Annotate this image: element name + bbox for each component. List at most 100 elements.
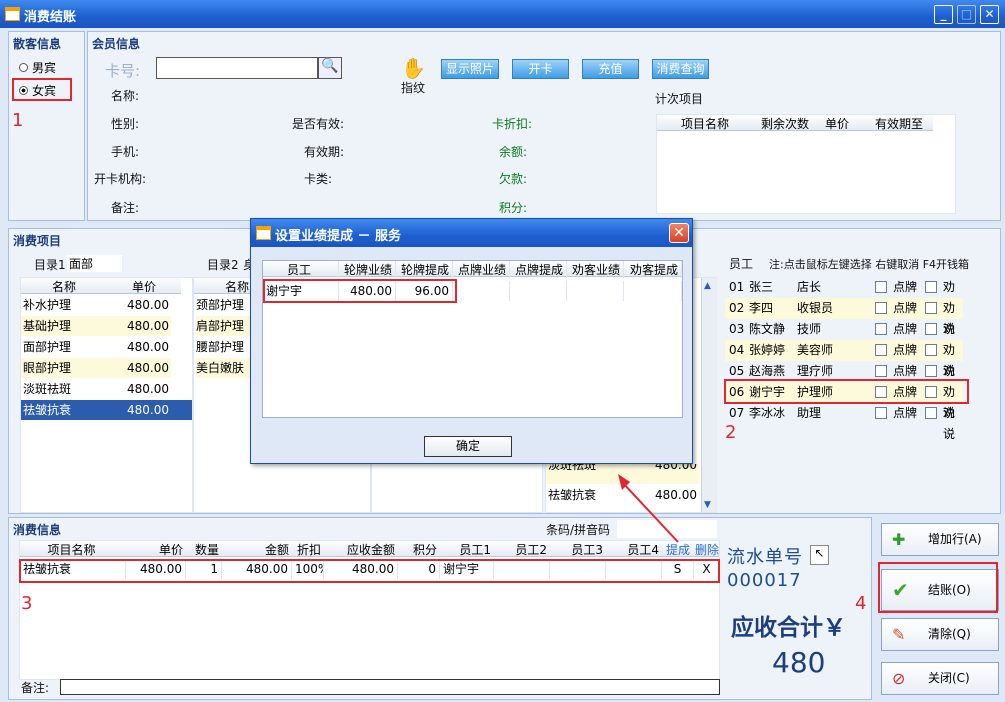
col-header: 折扣: [296, 543, 321, 557]
col-header: 点牌提成: [510, 261, 567, 278]
list-item[interactable]: 面部护理 480.00: [21, 337, 171, 357]
table-cell[interactable]: [624, 281, 682, 301]
col-header: 员工3: [571, 543, 603, 557]
table-cell[interactable]: [453, 281, 510, 301]
staff-list: 01张三店长点牌劝说02李四收银员点牌劝说03陈文静技师点牌劝说04张婷婷美容师…: [725, 277, 995, 441]
highlight-box-commission: [263, 279, 457, 303]
count-col-price: 单价: [824, 117, 849, 131]
scroll-down-icon[interactable]: ▼: [704, 500, 711, 510]
col-header: 员工1: [459, 543, 491, 557]
card-input[interactable]: [156, 57, 318, 79]
count-items-header: 项目名称 剩余次数 单价 有效期至: [657, 115, 933, 131]
add-row-label: 增加行(A): [928, 532, 982, 546]
item-name: 眼部护理: [23, 361, 72, 375]
persuade-checkbox[interactable]: [925, 302, 937, 314]
male-radio[interactable]: 男宾: [19, 59, 56, 76]
list-item[interactable]: 补水护理 480.00: [21, 295, 171, 315]
balance-label: 余额:: [499, 145, 528, 159]
list-item[interactable]: 颈部护理: [196, 295, 256, 315]
search-icon[interactable]: 🔍: [318, 57, 342, 79]
staff-row[interactable]: 01张三店长点牌劝说: [725, 277, 963, 315]
scroll-up-icon[interactable]: ▲: [704, 281, 711, 291]
cat1-select[interactable]: 面部: [67, 255, 122, 272]
ok-button[interactable]: 确定: [424, 436, 512, 457]
point-label: 点牌: [893, 322, 918, 336]
list-item[interactable]: 眼部护理 480.00: [21, 358, 171, 378]
list-item[interactable]: 淡斑祛斑 480.00: [21, 379, 171, 399]
item-price: 480.00: [127, 403, 169, 417]
col-header: 积分: [412, 543, 437, 557]
point-checkbox[interactable]: [875, 281, 887, 293]
col-header: 数量: [194, 543, 219, 557]
count-col-expiry: 有效期至: [874, 117, 923, 131]
serial-value: 000017: [727, 570, 802, 591]
title-bar: 消费结账 _ □ ✕: [0, 0, 1005, 28]
count-items-title: 计次项目: [655, 92, 704, 106]
list-item[interactable]: 腰部护理: [196, 337, 256, 357]
recharge-button[interactable]: 充值: [582, 59, 639, 79]
staff-no: 07: [729, 406, 745, 420]
list-item[interactable]: 美白嫩肤: [196, 358, 256, 378]
persuade-checkbox[interactable]: [925, 323, 937, 335]
point-checkbox[interactable]: [875, 302, 887, 314]
point-label: 点牌: [893, 280, 918, 294]
col-price: 单价: [131, 280, 156, 294]
point-checkbox[interactable]: [875, 365, 887, 377]
serial-label: 流水单号: [727, 547, 803, 568]
staff-row[interactable]: 07 李冰冰 助理 点牌 劝说: [725, 403, 963, 441]
dialog-title-bar: 设置业绩提成 － 服务 ✕: [251, 219, 692, 247]
hand-icon[interactable]: ✋: [401, 56, 426, 80]
staff-row[interactable]: 02 李四 收银员 点牌 劝说: [725, 298, 963, 336]
fingerprint-label: 指纹: [401, 81, 426, 95]
col-header: 劝客提成: [624, 261, 682, 278]
cursor-icon[interactable]: ↖: [810, 545, 829, 565]
list-4-scrollbar[interactable]: ▲ ▼: [701, 278, 717, 512]
member-panel-title: 会员信息: [92, 37, 141, 51]
item-name: 淡斑祛斑: [548, 464, 597, 472]
staff-name: 李四: [749, 301, 774, 315]
clear-button[interactable]: ✎ 清除(Q): [881, 618, 999, 651]
persuade-checkbox[interactable]: [925, 407, 937, 419]
close-icon[interactable]: ✕: [980, 5, 999, 24]
item-name: 补水护理: [23, 298, 72, 312]
commission-dialog: 设置业绩提成 － 服务 ✕ 员工 轮牌业绩 轮牌提成 点牌业绩 点牌提成 劝客业绩 劝客提成…: [250, 218, 693, 464]
col-name: 名称: [51, 280, 76, 294]
persuade-checkbox[interactable]: [925, 344, 937, 356]
staff-row[interactable]: 03陈文静技师点牌劝说: [725, 319, 963, 357]
point-checkbox[interactable]: [875, 323, 887, 335]
remark-field-label: 备注:: [21, 681, 50, 695]
remark-input[interactable]: [60, 679, 720, 695]
point-checkbox[interactable]: [875, 407, 887, 419]
staff-role: 助理: [797, 406, 822, 420]
minimize-button[interactable]: _: [934, 5, 953, 24]
show-photo-button[interactable]: 显示照片: [441, 59, 499, 79]
highlight-box-female: [12, 78, 72, 101]
point-checkbox[interactable]: [875, 344, 887, 356]
staff-name: 陈文静: [749, 322, 786, 336]
item-price: 480.00: [127, 340, 169, 354]
list-item[interactable]: 基础护理 480.00: [21, 316, 171, 336]
close-button[interactable]: ⊘ 关闭(C): [881, 662, 999, 695]
count-items-table: 项目名称 剩余次数 单价 有效期至: [656, 114, 956, 214]
persuade-label: 劝说: [943, 406, 956, 441]
add-row-button[interactable]: ✚ 增加行(A): [881, 523, 999, 556]
list-item[interactable]: 肩部护理: [196, 316, 256, 336]
cat1-label: 目录1: [34, 258, 66, 272]
table-cell[interactable]: [567, 281, 624, 301]
staff-row[interactable]: 04 张婷婷 美容师 点牌 劝说: [725, 340, 963, 378]
open-card-button[interactable]: 开卡: [512, 59, 569, 79]
window-title: 消费结账: [24, 10, 77, 25]
table-cell[interactable]: [510, 281, 567, 301]
persuade-checkbox[interactable]: [925, 281, 937, 293]
staff-note: 注:点击鼠标左键选择 右键取消 F4开钱箱: [769, 258, 970, 271]
staff-name: 李冰冰: [749, 406, 786, 420]
persuade-checkbox[interactable]: [925, 365, 937, 377]
maximize-button[interactable]: □: [957, 5, 976, 24]
staff-name: 张婷婷: [749, 343, 786, 357]
remark-label: 备注:: [111, 201, 140, 215]
list-item-selected[interactable]: 祛皱抗衰 480.00: [21, 400, 192, 420]
count-col-remaining: 剩余次数: [760, 117, 809, 131]
consume-query-button[interactable]: 消费查询: [652, 59, 709, 79]
dialog-close-icon[interactable]: ✕: [669, 223, 689, 243]
issuer-label: 开卡机构:: [94, 172, 147, 186]
